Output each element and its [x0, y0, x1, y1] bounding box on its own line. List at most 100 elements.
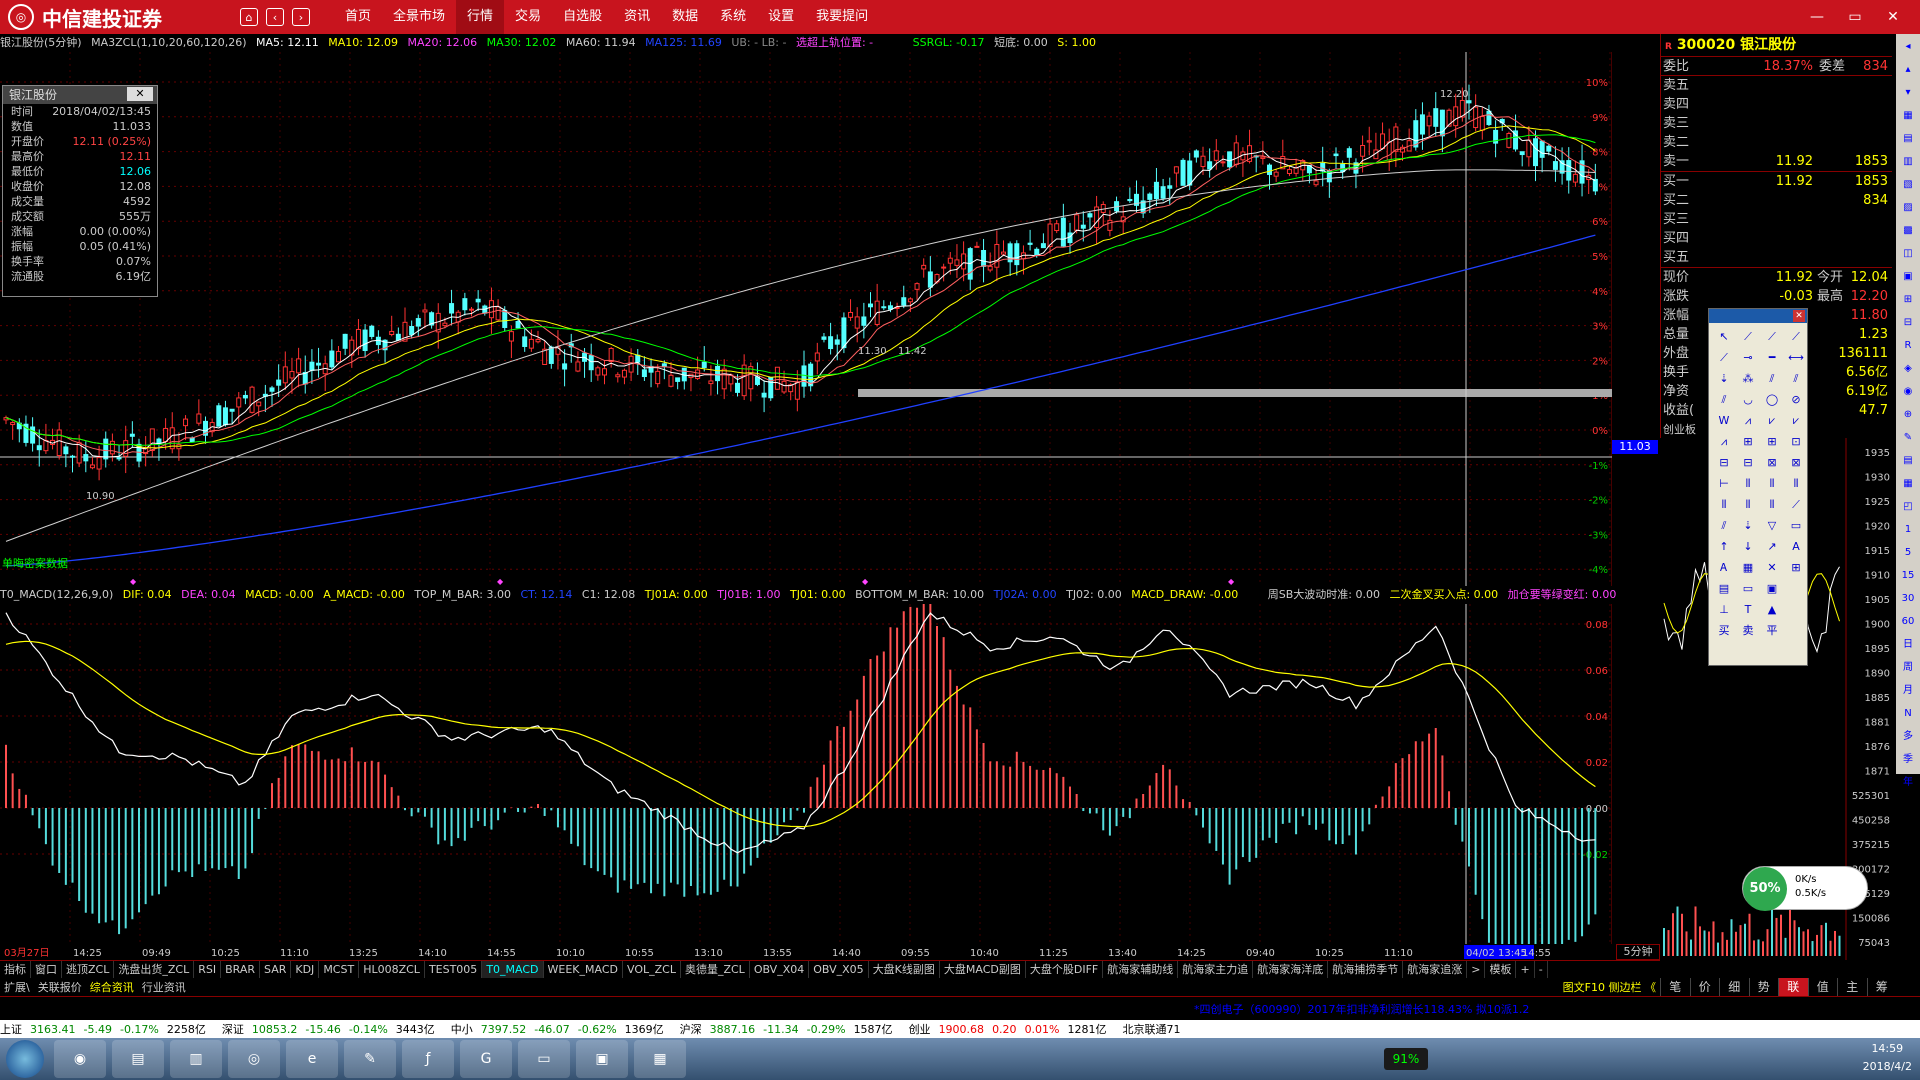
indicator-tab[interactable]: RSI: [194, 961, 222, 978]
flash-icon[interactable]: ƒ: [402, 1040, 454, 1078]
toolbar-icon[interactable]: ▣: [1898, 267, 1918, 287]
info-tab[interactable]: 关联报价: [34, 979, 86, 996]
draw-tool-icon[interactable]: ⊠: [1761, 453, 1783, 472]
indicator-tab[interactable]: 大盘MACD副图: [940, 961, 1026, 978]
draw-tool-icon[interactable]: ▭: [1785, 516, 1807, 535]
menu-item-7[interactable]: 系统: [709, 0, 757, 34]
indicator-tab[interactable]: 逃顶ZCL: [62, 961, 115, 978]
toolbar-icon[interactable]: ⊞: [1898, 290, 1918, 310]
draw-tool-icon[interactable]: ⊞: [1761, 432, 1783, 451]
menu-item-4[interactable]: 自选股: [552, 0, 613, 34]
indicator-tab[interactable]: OBV_X05: [809, 961, 869, 978]
indicator-tab[interactable]: SAR: [260, 961, 292, 978]
toolbar-icon[interactable]: R: [1898, 336, 1918, 356]
draw-tool-icon[interactable]: ⫴: [1761, 495, 1783, 514]
toolbar-icon[interactable]: ▩: [1898, 221, 1918, 241]
toolbar-icon[interactable]: 季: [1898, 750, 1918, 770]
draw-tool-icon[interactable]: ↑: [1713, 537, 1735, 556]
draw-tool-icon[interactable]: ⊥: [1713, 600, 1735, 619]
macd-chart[interactable]: 0.080.060.040.020.00-0.02: [0, 604, 1612, 944]
toolbar-icon[interactable]: ▤: [1898, 451, 1918, 471]
indicator-tab[interactable]: +: [1516, 961, 1535, 978]
draw-tool-icon[interactable]: 买: [1713, 621, 1735, 640]
draw-tool-icon[interactable]: ⁂: [1737, 369, 1759, 388]
draw-tool-icon[interactable]: ▽: [1761, 516, 1783, 535]
indicator-tab[interactable]: 奥德量_ZCL: [681, 961, 750, 978]
menu-item-8[interactable]: 设置: [757, 0, 805, 34]
indicator-tab[interactable]: 航海家追涨: [1403, 961, 1468, 978]
indicator-tab[interactable]: MCST: [319, 961, 360, 978]
forward-icon[interactable]: ›: [292, 8, 310, 26]
toolbar-icon[interactable]: 15: [1898, 566, 1918, 586]
indicator-tab[interactable]: T0_MACD: [482, 961, 544, 978]
citic-icon[interactable]: ◎: [228, 1040, 280, 1078]
indicator-tab[interactable]: -: [1535, 961, 1548, 978]
sell-level[interactable]: 卖四: [1661, 95, 1892, 114]
home-icon[interactable]: ⌂: [240, 8, 258, 26]
kline-chart[interactable]: 10%9%8%7%6%5%4%3%2%1%0%-1%-2%-3%-4%12.20…: [0, 52, 1612, 586]
draw-tool-icon[interactable]: 卖: [1737, 621, 1759, 640]
draw-tool-icon[interactable]: ━: [1761, 348, 1783, 367]
toolbar-icon[interactable]: ▤: [1898, 129, 1918, 149]
period-title[interactable]: 银江股份(5分钟): [0, 36, 82, 49]
indicator-tab[interactable]: KDJ: [291, 961, 320, 978]
menu-item-2[interactable]: 行情: [456, 0, 505, 34]
info-tab[interactable]: 行业资讯: [138, 979, 190, 996]
index-item[interactable]: 上证 3163.41 -5.49 -0.17% 2258亿: [0, 1021, 214, 1037]
draw-tool-icon[interactable]: ⊡: [1785, 432, 1807, 451]
period-button[interactable]: 5分钟: [1616, 944, 1660, 960]
toolbar-icon[interactable]: 30: [1898, 589, 1918, 609]
draw-tool-icon[interactable]: ✕: [1761, 558, 1783, 577]
close-icon[interactable]: ✕: [127, 87, 153, 101]
draw-tool-icon[interactable]: ⊠: [1785, 453, 1807, 472]
draw-tool-icon[interactable]: ⫽: [1761, 369, 1783, 388]
sell-level[interactable]: 卖一 11.92 1853: [1661, 152, 1892, 171]
draw-tool-icon[interactable]: T: [1737, 600, 1759, 619]
right-tab[interactable]: 细: [1719, 978, 1749, 996]
battery-indicator[interactable]: 91%: [1384, 1048, 1428, 1070]
indicator-tab[interactable]: VOL_ZCL: [623, 961, 681, 978]
toolbar-icon[interactable]: ▴: [1898, 60, 1918, 80]
indicator-tab[interactable]: 洗盘出货_ZCL: [114, 961, 195, 978]
indicator-tab[interactable]: 航海家主力追: [1178, 961, 1254, 978]
indicator-tab[interactable]: 航海家海洋底: [1253, 961, 1329, 978]
index-item[interactable]: 沪深 3887.16 -11.34 -0.29% 1587亿: [680, 1021, 901, 1037]
toolbar-icon[interactable]: ▥: [1898, 152, 1918, 172]
toolbar-icon[interactable]: 周: [1898, 658, 1918, 678]
draw-tool-icon[interactable]: [1785, 621, 1807, 640]
draw-tool-icon[interactable]: ▦: [1737, 558, 1759, 577]
indicator-tab[interactable]: 航海家辅助线: [1103, 961, 1179, 978]
menu-item-5[interactable]: 资讯: [613, 0, 661, 34]
draw-tool-icon[interactable]: ↗: [1761, 537, 1783, 556]
menu-item-6[interactable]: 数据: [661, 0, 709, 34]
macd-title[interactable]: T0_MACD(12,26,9,0): [0, 588, 113, 601]
close-icon[interactable]: ✕: [1793, 310, 1805, 322]
ticker-news[interactable]: *四创电子（600990）2017年扣非净利润增长118.43% 拟10派1.2: [1194, 1001, 1529, 1017]
indicator-tab[interactable]: 窗口: [31, 961, 62, 978]
toolbar-icon[interactable]: 5: [1898, 543, 1918, 563]
draw-tool-icon[interactable]: ▲: [1761, 600, 1783, 619]
indicator-tab[interactable]: 模板: [1485, 961, 1517, 978]
menu-item-1[interactable]: 全景市场: [382, 0, 456, 34]
ie-icon[interactable]: e: [286, 1040, 338, 1078]
toolbar-icon[interactable]: N: [1898, 704, 1918, 724]
draw-tool-icon[interactable]: [1785, 600, 1807, 619]
toolbar-icon[interactable]: 60: [1898, 612, 1918, 632]
indicator-tab[interactable]: TEST005: [425, 961, 483, 978]
draw-tool-icon[interactable]: ⟋: [1761, 327, 1783, 346]
draw-tool-icon[interactable]: ↓: [1737, 537, 1759, 556]
clock[interactable]: 14:59 2018/4/2: [1863, 1040, 1912, 1076]
right-tab[interactable]: 势: [1748, 978, 1779, 996]
draw-tool-icon[interactable]: ⊢: [1713, 474, 1735, 493]
toolbar-icon[interactable]: ▾: [1898, 83, 1918, 103]
app-g-icon[interactable]: G: [460, 1040, 512, 1078]
right-tab[interactable]: 笔: [1660, 978, 1690, 996]
toolbar-icon[interactable]: 多: [1898, 727, 1918, 747]
toolbar-icon[interactable]: ▦: [1898, 106, 1918, 126]
menu-item-9[interactable]: 我要提问: [805, 0, 879, 34]
draw-tool-icon[interactable]: ⟋: [1737, 327, 1759, 346]
toolbar-icon[interactable]: ⊕: [1898, 405, 1918, 425]
ma-params[interactable]: MA3ZCL(1,10,20,60,120,26): [91, 36, 246, 49]
indicator-tab[interactable]: 航海捕捞季节: [1328, 961, 1404, 978]
draw-tool-icon[interactable]: ⇣: [1713, 369, 1735, 388]
